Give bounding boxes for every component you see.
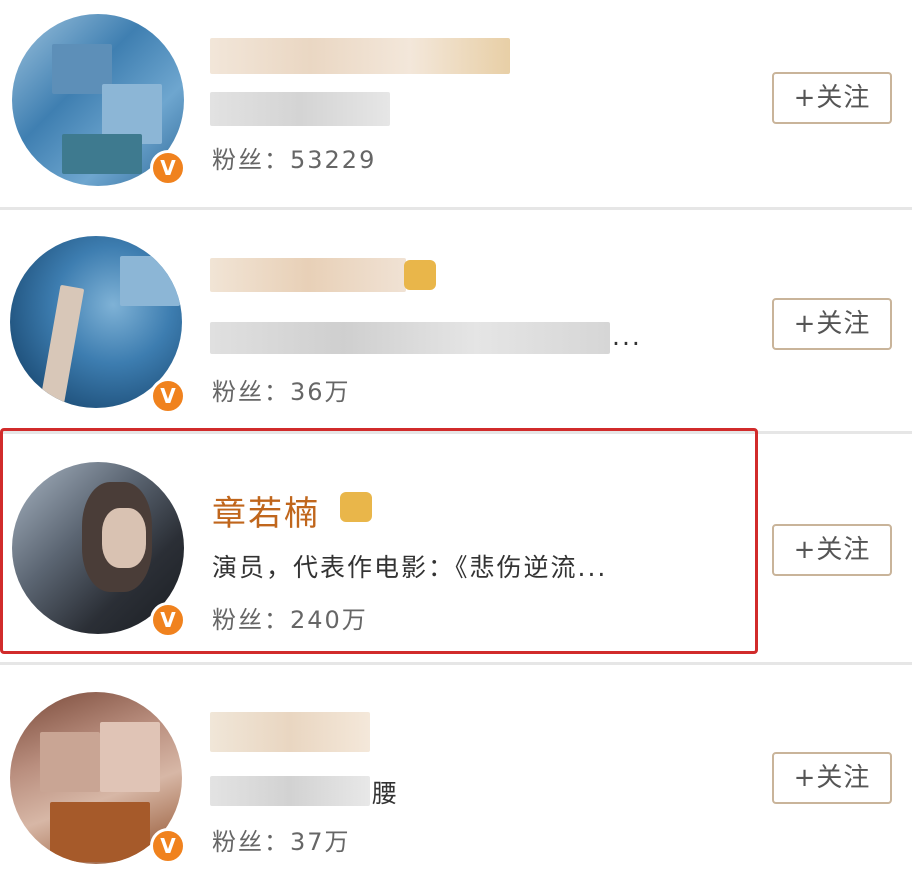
fans-count: 粉丝：53229 xyxy=(212,140,376,175)
name-redacted xyxy=(210,38,510,74)
user-list: V 粉丝：53229 +关注 V ... 粉丝：36万 +关注 V 章若楠 演员… xyxy=(0,0,912,882)
description-tail: ... xyxy=(612,322,642,351)
fans-count: 粉丝：36万 xyxy=(212,372,351,407)
fans-value: 37万 xyxy=(290,828,351,856)
follow-button[interactable]: +关注 xyxy=(772,524,892,576)
description-redacted xyxy=(210,322,610,354)
follow-button[interactable]: +关注 xyxy=(772,72,892,124)
fans-value: 36万 xyxy=(290,378,351,406)
name-redacted xyxy=(210,712,370,752)
divider xyxy=(0,662,912,665)
verified-icon: V xyxy=(150,378,186,414)
highlight-frame xyxy=(0,428,758,654)
name-redacted xyxy=(210,258,406,292)
list-item[interactable]: V ... 粉丝：36万 +关注 xyxy=(0,210,912,434)
description-redacted xyxy=(210,776,370,806)
follow-button[interactable]: +关注 xyxy=(772,298,892,350)
description-redacted xyxy=(210,92,390,126)
list-item[interactable]: V 腰 粉丝：37万 +关注 xyxy=(0,662,912,882)
fans-count: 粉丝：37万 xyxy=(212,822,351,857)
verified-icon: V xyxy=(150,828,186,864)
fans-value: 53229 xyxy=(290,146,377,174)
follow-button[interactable]: +关注 xyxy=(772,752,892,804)
fans-label: 粉丝： xyxy=(212,146,290,174)
crown-icon xyxy=(404,260,436,290)
fans-label: 粉丝： xyxy=(212,828,290,856)
fans-label: 粉丝： xyxy=(212,378,290,406)
verified-icon: V xyxy=(150,150,186,186)
description-tail: 腰 xyxy=(372,779,400,808)
list-item[interactable]: V 粉丝：53229 +关注 xyxy=(0,0,912,210)
